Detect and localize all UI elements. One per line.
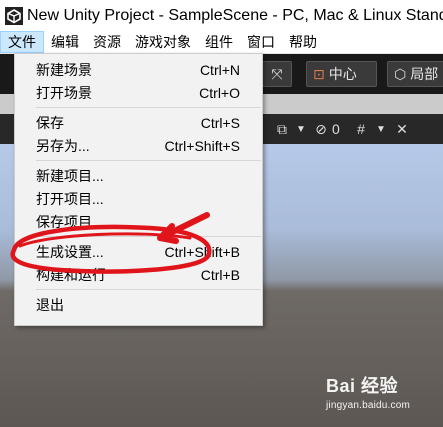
scene-controls: ⧉ ▼ ⊘ 0 # ▼ ✕ xyxy=(268,118,412,140)
menu-help[interactable]: 帮助 xyxy=(282,31,324,53)
menu-separator xyxy=(36,160,261,161)
menu-item-label: 生成设置... xyxy=(36,243,104,260)
pivot-label: 中心 xyxy=(328,66,357,82)
menu-item-shortcut: Ctrl+S xyxy=(200,114,240,131)
baidu-jingyan-watermark: Bai 经验 jingyan.baidu.com xyxy=(326,372,436,418)
unity-logo-icon xyxy=(5,5,23,27)
menu-item-label: 保存 xyxy=(36,114,64,131)
menu-item-new-scene[interactable]: 新建场景 Ctrl+N xyxy=(15,58,262,81)
menu-item-label: 新建场景 xyxy=(36,61,92,78)
menu-item-build-and-run[interactable]: 构建和运行 Ctrl+B xyxy=(15,263,262,286)
menu-item-shortcut: Ctrl+N xyxy=(199,61,240,78)
menu-item-exit[interactable]: 退出 xyxy=(15,293,262,316)
menu-item-label: 打开项目... xyxy=(36,190,104,207)
space-toggle-button[interactable]: ⬡ 局部 xyxy=(387,61,443,87)
menu-item-label: 打开场景 xyxy=(36,84,92,101)
menu-file[interactable]: 文件 xyxy=(0,31,44,53)
hidden-count: 0 xyxy=(332,121,340,137)
grid-icon[interactable]: # xyxy=(346,121,376,137)
menu-item-save-as[interactable]: 另存为... Ctrl+Shift+S xyxy=(15,134,262,157)
menu-edit[interactable]: 编辑 xyxy=(44,31,86,53)
menu-item-label: 构建和运行 xyxy=(36,266,106,283)
local-label: 局部 xyxy=(410,66,439,82)
menu-item-shortcut: Ctrl+Shift+B xyxy=(164,243,240,260)
cube-icon: ⬡ xyxy=(394,65,407,82)
menu-item-label: 另存为... xyxy=(36,137,90,154)
menu-item-shortcut: Ctrl+Shift+S xyxy=(164,137,240,154)
chevron-down-icon[interactable]: ▼ xyxy=(296,124,310,135)
title-bar: New Unity Project - SampleScene - PC, Ma… xyxy=(0,0,443,31)
menu-separator xyxy=(36,236,261,237)
menu-window[interactable]: 窗口 xyxy=(240,31,282,53)
menu-item-shortcut: Ctrl+B xyxy=(200,266,240,283)
menu-separator xyxy=(36,107,261,108)
file-menu-dropdown: 新建场景 Ctrl+N 打开场景 Ctrl+O 保存 Ctrl+S 另存为...… xyxy=(14,53,263,326)
window-title: New Unity Project - SampleScene - PC, Ma… xyxy=(27,6,443,24)
menu-bar: 文件 编辑 资源 游戏对象 组件 窗口 帮助 xyxy=(0,31,443,54)
menu-item-shortcut: Ctrl+O xyxy=(199,84,240,101)
transform-tool-icon: ⤧ xyxy=(271,65,283,82)
menu-separator xyxy=(36,289,261,290)
menu-item-save-project[interactable]: 保存项目 xyxy=(15,210,262,233)
pivot-icon: ⊡ xyxy=(313,65,325,82)
menu-item-save[interactable]: 保存 Ctrl+S xyxy=(15,111,262,134)
menu-assets[interactable]: 资源 xyxy=(86,31,128,53)
menu-item-label: 退出 xyxy=(36,296,64,313)
watermark-brand: Bai 经验 xyxy=(326,376,399,396)
pivot-toggle-button[interactable]: ⊡ 中心 xyxy=(306,61,377,87)
menu-gameobject[interactable]: 游戏对象 xyxy=(128,31,198,53)
chevron-down-icon[interactable]: ▼ xyxy=(376,124,392,135)
layers-icon[interactable]: ⧉ xyxy=(268,121,296,138)
menu-item-new-project[interactable]: 新建项目... xyxy=(15,164,262,187)
menu-item-open-project[interactable]: 打开项目... xyxy=(15,187,262,210)
visibility-icon[interactable]: ⊘ xyxy=(310,121,332,138)
menu-item-open-scene[interactable]: 打开场景 Ctrl+O xyxy=(15,81,262,104)
rect-tool-button[interactable]: ⤧ xyxy=(262,61,292,87)
menu-item-build-settings[interactable]: 生成设置... Ctrl+Shift+B xyxy=(15,240,262,263)
menu-item-label: 保存项目 xyxy=(36,213,92,230)
tools-icon[interactable]: ✕ xyxy=(392,121,412,138)
menu-component[interactable]: 组件 xyxy=(198,31,240,53)
watermark-url: jingyan.baidu.com xyxy=(326,400,411,411)
menu-item-label: 新建项目... xyxy=(36,167,104,184)
